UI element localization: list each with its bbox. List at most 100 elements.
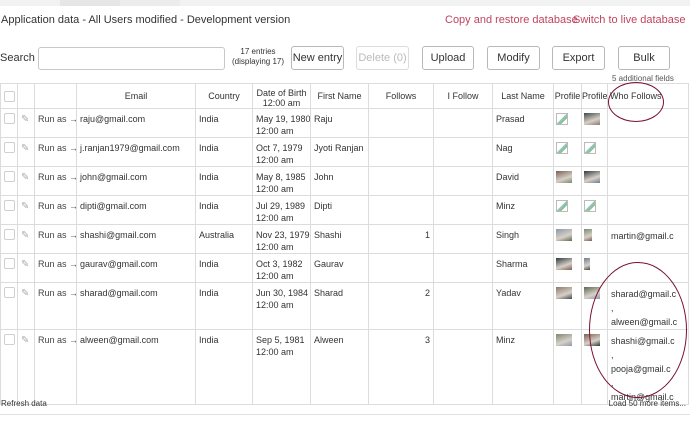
last-name-cell[interactable]: David [492,166,554,196]
search-input[interactable] [38,47,225,70]
email-cell[interactable]: shashi@gmail.com [76,224,196,254]
who-follows-cell[interactable]: shashi@gmail.c, pooja@gmail.c, martin@gmai… [607,329,689,405]
profile-cell[interactable] [553,329,582,405]
run-as-link[interactable]: Run as → [38,113,76,125]
i-follow-cell[interactable] [433,195,493,225]
delete-button[interactable]: Delete (0) [356,46,409,70]
profile-cell[interactable] [553,253,582,283]
i-follow-cell[interactable] [433,282,493,330]
dob-cell[interactable]: May 8, 1985 12:00 am [252,166,311,196]
table-row[interactable]: ✎ Run as → j.ranjan1979@gmail.com India Oct … [0,137,689,167]
dob-cell[interactable]: Jun 30, 1984 12:00 am [252,282,311,330]
email-cell[interactable]: raju@gmail.com [76,108,196,138]
profile-cell[interactable] [581,282,608,330]
pencil-icon[interactable]: ✎ [21,230,29,241]
run-as-link[interactable]: Run as → [38,334,76,346]
pencil-icon[interactable]: ✎ [21,288,29,299]
row-checkbox[interactable] [4,229,15,240]
column-header-follows[interactable]: Follows [368,83,434,109]
bulk-button[interactable]: Bulk [618,46,670,70]
i-follow-cell[interactable] [433,224,493,254]
dob-cell[interactable]: Jul 29, 1989 12:00 am [252,195,311,225]
who-follows-cell[interactable]: martin@gmail.c [607,224,689,254]
pencil-icon[interactable]: ✎ [21,172,29,183]
pencil-icon[interactable]: ✎ [21,259,29,270]
tab[interactable] [120,0,180,6]
i-follow-cell[interactable] [433,253,493,283]
profile-cell[interactable] [581,166,608,196]
column-header-country[interactable]: Country [195,83,253,109]
who-follows-cell[interactable] [607,253,689,283]
profile-cell[interactable] [553,195,582,225]
follows-cell[interactable] [368,195,434,225]
row-checkbox[interactable] [4,287,15,298]
table-row[interactable]: ✎ Run as → dipti@gmail.com India Jul 29, 198… [0,195,689,225]
last-name-cell[interactable]: Prasad [492,108,554,138]
country-cell[interactable]: India [195,282,253,330]
run-as-link[interactable]: Run as → [38,258,76,270]
column-header-email[interactable]: Email [76,83,196,109]
row-checkbox[interactable] [4,200,15,211]
run-as-link[interactable]: Run as → [38,287,76,299]
row-checkbox[interactable] [4,258,15,269]
email-cell[interactable]: gaurav@gmail.com [76,253,196,283]
follows-cell[interactable] [368,108,434,138]
first-name-cell[interactable]: John [310,166,369,196]
country-cell[interactable]: India [195,137,253,167]
last-name-cell[interactable]: Singh [492,224,554,254]
i-follow-cell[interactable] [433,329,493,405]
table-row[interactable]: ✎ Run as → shashi@gmail.com Australia Nov 23… [0,224,689,254]
new-entry-button[interactable]: New entry [291,46,344,70]
country-cell[interactable]: India [195,166,253,196]
profile-cell[interactable] [581,108,608,138]
refresh-data-link[interactable]: Refresh data [1,399,47,408]
country-cell[interactable]: India [195,253,253,283]
additional-fields-link[interactable]: 5 additional fields [612,74,674,83]
profile-cell[interactable] [581,224,608,254]
column-header-profile-2[interactable]: Profile [581,83,608,109]
i-follow-cell[interactable] [433,108,493,138]
modify-button[interactable]: Modify [487,46,540,70]
pencil-icon[interactable]: ✎ [21,114,29,125]
column-header-dob[interactable]: Date of Birth 12:00 am [252,83,311,109]
first-name-cell[interactable]: Alween [310,329,369,405]
first-name-cell[interactable]: Raju [310,108,369,138]
i-follow-cell[interactable] [433,166,493,196]
country-cell[interactable]: Australia [195,224,253,254]
row-checkbox[interactable] [4,113,15,124]
pencil-icon[interactable]: ✎ [21,201,29,212]
follows-cell[interactable] [368,137,434,167]
email-cell[interactable]: j.ranjan1979@gmail.com [76,137,196,167]
profile-cell[interactable] [553,166,582,196]
column-header-i-follow[interactable]: I Follow [433,83,493,109]
column-header-who-follows[interactable]: Who Follows [607,83,689,109]
profile-cell[interactable] [581,329,608,405]
row-checkbox[interactable] [4,334,15,345]
select-all-checkbox[interactable] [3,90,15,102]
follows-cell[interactable] [368,166,434,196]
run-as-link[interactable]: Run as → [38,171,76,183]
pencil-icon[interactable]: ✎ [21,143,29,154]
profile-cell[interactable] [581,253,608,283]
dob-cell[interactable]: Oct 3, 1982 12:00 am [252,253,311,283]
column-header-first-name[interactable]: First Name [310,83,369,109]
copy-restore-database-link[interactable]: Copy and restore database [445,14,578,26]
table-row[interactable]: ✎ Run as → john@gmail.com India May 8, 1985 1… [0,166,689,196]
email-cell[interactable]: dipti@gmail.com [76,195,196,225]
follows-cell[interactable]: 2 [368,282,434,330]
first-name-cell[interactable]: Sharad [310,282,369,330]
export-button[interactable]: Export [552,46,605,70]
profile-cell[interactable] [553,282,582,330]
country-cell[interactable]: India [195,195,253,225]
table-row[interactable]: ✎ Run as → raju@gmail.com India May 19, 1980… [0,108,689,138]
run-as-link[interactable]: Run as → [38,229,76,241]
follows-cell[interactable]: 3 [368,329,434,405]
row-checkbox[interactable] [4,142,15,153]
table-row[interactable]: ✎ Run as → sharad@gmail.com India Jun 30, 19… [0,282,689,330]
who-follows-cell[interactable]: sharad@gmail.c, alween@gmail.c [607,282,689,330]
last-name-cell[interactable]: Sharma [492,253,554,283]
load-more-link[interactable]: Load 50 more items... [609,399,686,408]
last-name-cell[interactable]: Minz [492,195,554,225]
first-name-cell[interactable]: Jyoti Ranjan [310,137,369,167]
email-cell[interactable]: alween@gmail.com [76,329,196,405]
